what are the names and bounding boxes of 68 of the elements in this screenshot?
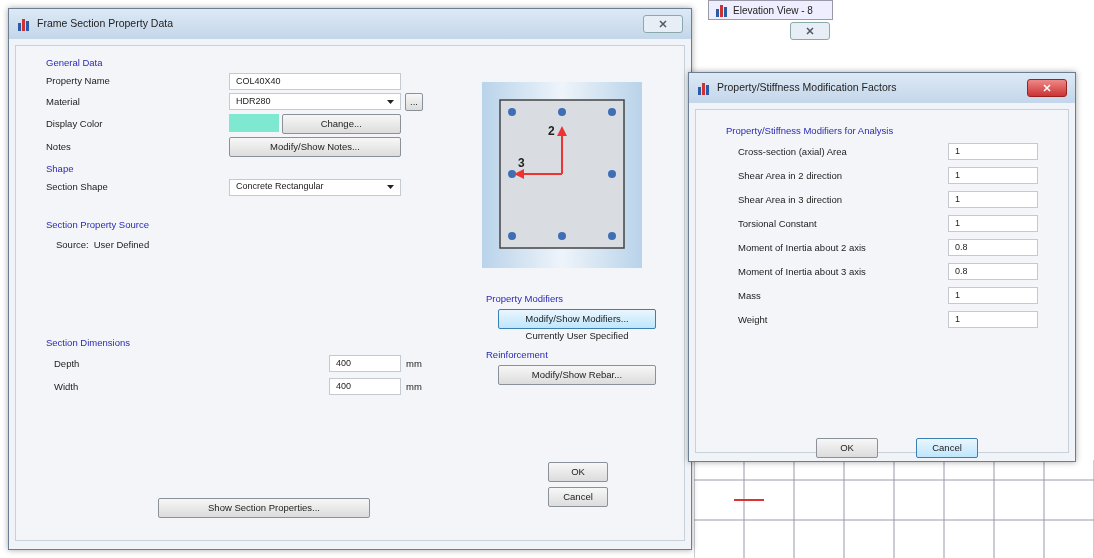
notes-button[interactable]: Modify/Show Notes... [229,136,401,157]
dropdown-field[interactable]: HDR280 [229,93,401,111]
more-button[interactable]: ... [405,92,423,111]
close-button[interactable] [790,22,830,40]
dropdown-field[interactable]: Concrete Rectangular [229,178,401,196]
section-heading: Property/Stiffness Modifiers for Analysis [726,124,895,138]
change-button[interactable]: Change... [281,113,401,134]
axes-drawing [514,126,568,180]
input-field[interactable]: 0.8 [948,263,1038,281]
input-field[interactable]: 1 [948,191,1038,209]
caret-icon [387,99,394,104]
field-label: Depth [54,356,81,371]
field-label: Shear Area in 2 direction [738,168,844,183]
section-heading: Property Modifiers [486,292,565,306]
input-field[interactable]: 400 [329,378,401,396]
dialog-button[interactable]: OK [548,462,608,482]
window-title: Property/Stiffness Modification Factors [717,80,897,96]
field-label: Display Color [46,116,104,131]
input-field[interactable]: 1 [948,215,1038,233]
field-label: Shear Area in 3 direction [738,192,844,207]
dialog-button[interactable]: OK [816,438,878,458]
field-label: Moment of Inertia about 2 axis [738,240,867,255]
close-button[interactable] [643,15,683,33]
input-field[interactable]: 0.8 [948,239,1038,257]
source-value: User Defined [93,237,150,252]
rebar-button[interactable]: Modify/Show Rebar... [498,364,656,385]
window-title: Frame Section Property Data [37,16,173,32]
field-label: Weight [738,312,769,327]
field-label: Property Name [46,74,111,89]
app-icon [697,81,711,95]
close-button[interactable] [1027,79,1067,97]
input-field[interactable]: 1 [948,143,1038,161]
input-field[interactable]: 400 [329,355,401,373]
app-icon [715,3,729,17]
dialog-button[interactable]: Cancel [916,438,978,458]
section-heading: Section Property Source [45,217,150,232]
source-label: Source: [56,237,89,252]
input-field[interactable]: 1 [948,311,1038,329]
input-field[interactable]: COL40X40 [229,72,401,90]
close-icon [659,20,667,28]
axis-label: 3 [518,155,525,172]
field-label: Torsional Constant [738,216,818,231]
unit-label: mm [406,379,423,394]
section-heading: Reinforcement [486,348,549,362]
unit-label: mm [406,356,423,371]
section-heading: General Data [45,56,104,70]
window-tab[interactable]: Elevation View - 8 [708,0,833,20]
field-label: Mass [738,288,762,303]
field-label: Moment of Inertia about 3 axis [738,264,867,279]
caret-icon [387,185,394,189]
close-icon [806,27,814,35]
app-icon [17,17,31,31]
field-label: Width [54,379,80,394]
modifiers-button[interactable]: Modify/Show Modifiers... [498,308,656,329]
section-heading: Section Dimensions [45,336,131,350]
tab-title: Elevation View - 8 [733,3,813,18]
input-field[interactable]: 1 [948,167,1038,185]
axis-label: 2 [548,123,555,140]
field-label: Section Shape [46,179,109,194]
field-label: Cross-section (axial) Area [738,144,848,159]
field-label: Material [46,94,81,109]
status-text: Currently User Specified [524,328,630,343]
close-icon [1043,84,1051,92]
dialog-button[interactable]: Cancel [548,487,608,507]
input-field[interactable]: 1 [948,287,1038,305]
show-properties-button[interactable]: Show Section Properties... [158,498,370,518]
section-heading: Shape [45,161,75,176]
field-label: Notes [46,139,72,154]
